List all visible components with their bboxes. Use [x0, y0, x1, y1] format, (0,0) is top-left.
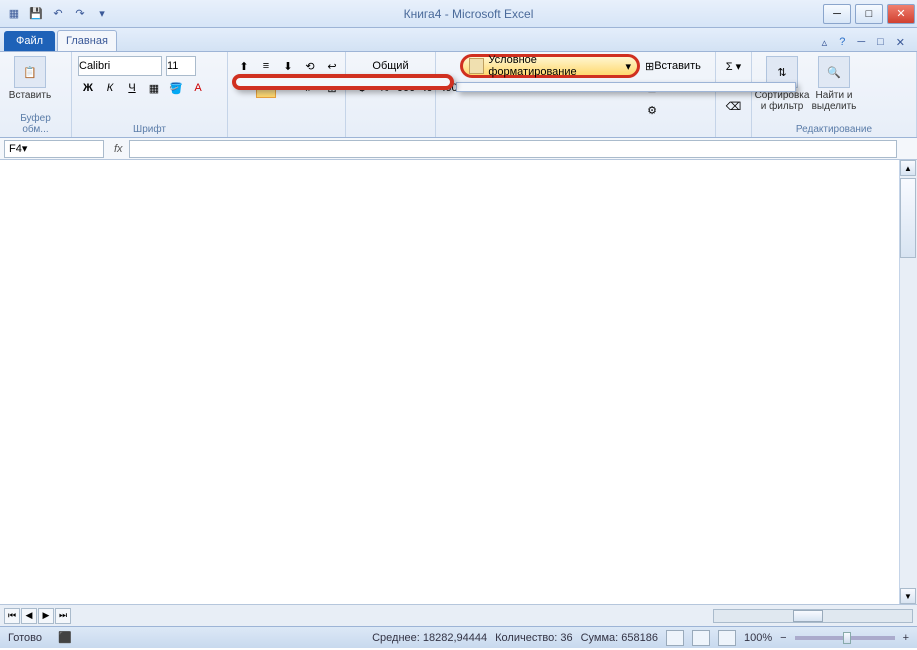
window-title: Книга4 - Microsoft Excel [116, 7, 821, 21]
chevron-down-icon: ▾ [625, 60, 631, 73]
highlight-cells-rules-submenu [232, 74, 454, 90]
undo-icon[interactable]: ↶ [48, 4, 68, 24]
fx-icon[interactable]: fx [108, 143, 129, 155]
zoom-out-button[interactable]: − [780, 632, 786, 644]
paste-button[interactable]: 📋 Вставить [6, 56, 54, 101]
tab-главная[interactable]: Главная [57, 30, 117, 51]
excel-icon[interactable]: ▦ [4, 4, 24, 24]
doc-close-icon[interactable]: ✕ [892, 34, 909, 51]
worksheet-grid[interactable] [0, 160, 917, 604]
conditional-formatting-icon [469, 58, 484, 74]
paste-icon: 📋 [14, 56, 46, 88]
status-bar: Готово ⬛ Среднее: 18282,94444 Количество… [0, 626, 917, 648]
sheet-tab-bar: ⏮ ◀ ▶ ⏭ [0, 604, 917, 626]
ribbon: 📋 Вставить Буфер обм... Ж К Ч ▦ 🪣 A Шриф… [0, 52, 917, 138]
quick-access-toolbar: ▦ 💾 ↶ ↷ ▾ [0, 4, 116, 24]
number-format-select[interactable]: Общий [352, 56, 429, 76]
doc-restore-icon[interactable]: □ [873, 34, 888, 51]
align-top-button[interactable]: ⬆ [234, 56, 254, 76]
align-middle-button[interactable]: ≡ [256, 56, 276, 76]
doc-min-icon[interactable]: ─ [853, 34, 869, 51]
formula-bar: F4 ▾ fx [0, 138, 917, 160]
vertical-scrollbar[interactable]: ▲ ▼ [899, 160, 917, 604]
status-ready: Готово [8, 632, 42, 644]
conditional-formatting-button[interactable]: Условное форматирование ▾ [460, 54, 640, 78]
fill-color-button[interactable]: 🪣 [166, 78, 186, 98]
italic-button[interactable]: К [100, 78, 120, 98]
ribbon-tabs: Файл Главная ▵ ? ─ □ ✕ [0, 28, 917, 52]
zoom-level[interactable]: 100% [744, 632, 772, 644]
minimize-button[interactable]: ─ [823, 4, 851, 24]
font-color-button[interactable]: A [188, 78, 208, 98]
scroll-up-icon[interactable]: ▲ [900, 160, 916, 176]
page-layout-view-button[interactable] [692, 630, 710, 646]
clear-button[interactable]: ⌫ [722, 96, 745, 116]
orientation-button[interactable]: ⟲ [300, 56, 320, 76]
insert-cells-button[interactable]: ⊞ Вставить [642, 56, 704, 76]
redo-icon[interactable]: ↷ [70, 4, 90, 24]
underline-button[interactable]: Ч [122, 78, 142, 98]
autosum-button[interactable]: Σ ▾ [722, 56, 745, 76]
macro-record-icon[interactable]: ⬛ [58, 631, 72, 644]
conditional-formatting-menu [456, 82, 796, 92]
scroll-thumb[interactable] [900, 178, 916, 258]
find-select-button[interactable]: 🔍 Найти и выделить [810, 56, 858, 112]
sheet-nav-prev-icon[interactable]: ◀ [21, 608, 37, 624]
zoom-in-button[interactable]: + [903, 632, 909, 644]
horizontal-scrollbar[interactable] [713, 609, 913, 623]
format-cells-button[interactable]: ⚙ [642, 100, 662, 120]
qat-more-icon[interactable]: ▾ [92, 4, 112, 24]
tab-file[interactable]: Файл [4, 31, 55, 51]
minimize-ribbon-icon[interactable]: ▵ [818, 34, 832, 51]
formula-input[interactable] [129, 140, 897, 158]
maximize-button[interactable]: □ [855, 4, 883, 24]
normal-view-button[interactable] [666, 630, 684, 646]
bold-button[interactable]: Ж [78, 78, 98, 98]
page-break-view-button[interactable] [718, 630, 736, 646]
help-icon[interactable]: ? [835, 34, 849, 51]
sheet-nav-last-icon[interactable]: ⏭ [55, 608, 71, 624]
sheet-nav-next-icon[interactable]: ▶ [38, 608, 54, 624]
zoom-slider[interactable] [795, 636, 895, 640]
find-icon: 🔍 [818, 56, 850, 88]
border-button[interactable]: ▦ [144, 78, 164, 98]
close-button[interactable]: ✕ [887, 4, 915, 24]
hscroll-thumb[interactable] [793, 610, 823, 622]
scroll-down-icon[interactable]: ▼ [900, 588, 916, 604]
wrap-text-button[interactable]: ↩ [322, 56, 342, 76]
titlebar: ▦ 💾 ↶ ↷ ▾ Книга4 - Microsoft Excel ─ □ ✕ [0, 0, 917, 28]
font-size-input[interactable] [166, 56, 196, 76]
align-bottom-button[interactable]: ⬇ [278, 56, 298, 76]
font-name-input[interactable] [78, 56, 162, 76]
sheet-nav-first-icon[interactable]: ⏮ [4, 608, 20, 624]
name-box[interactable]: F4 ▾ [4, 140, 104, 158]
save-icon[interactable]: 💾 [26, 4, 46, 24]
